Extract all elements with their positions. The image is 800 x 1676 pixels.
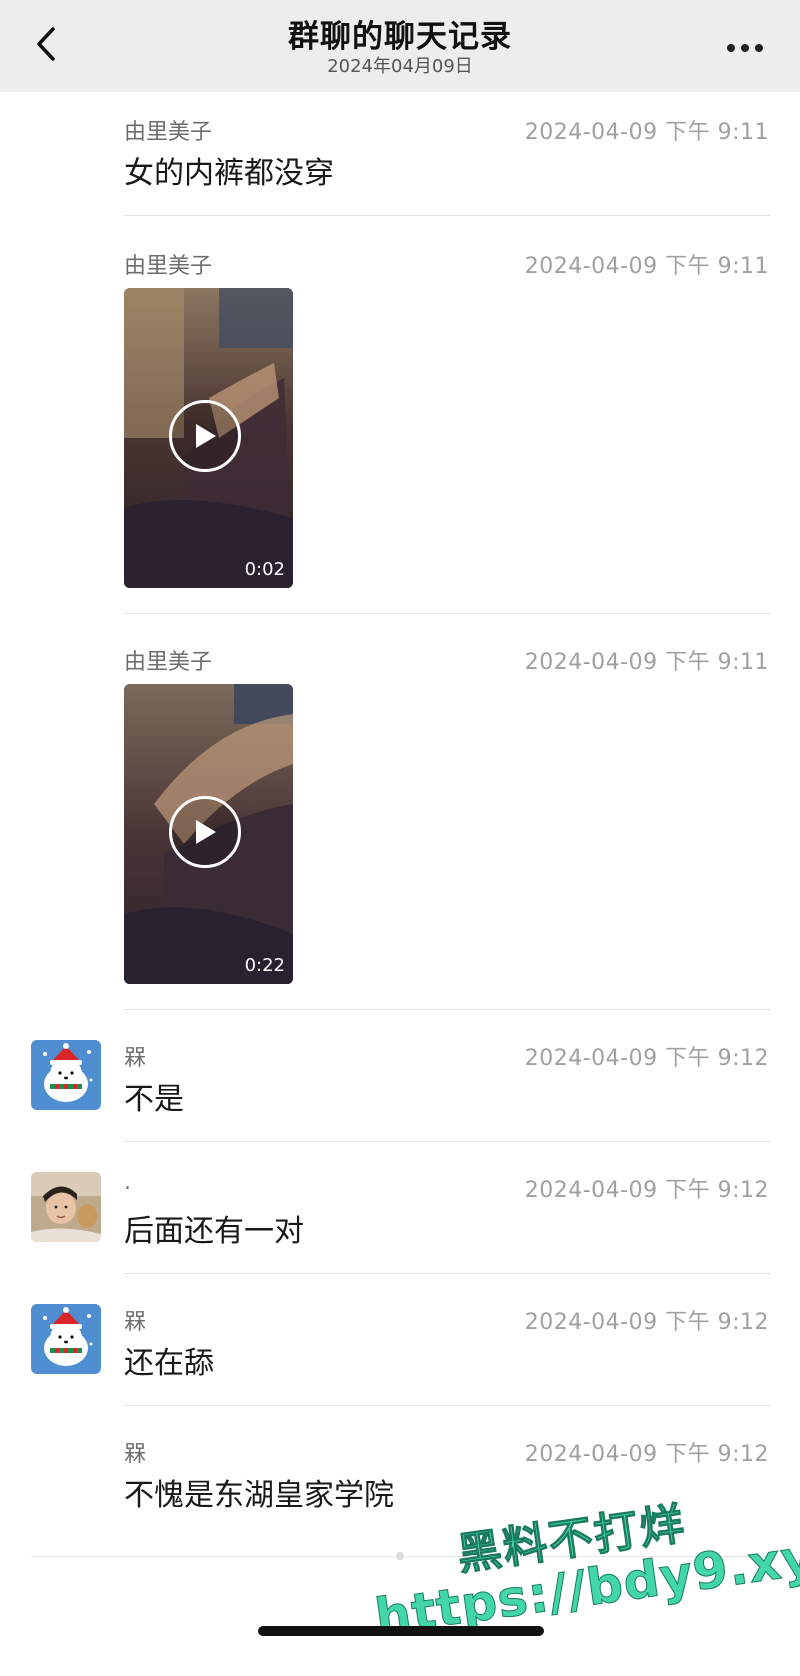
snowman-dog-avatar-icon	[31, 1040, 101, 1110]
avatar[interactable]	[31, 1040, 101, 1110]
message-time: 2024-04-09 下午 9:12	[524, 1046, 769, 1071]
video-thumbnail[interactable]: 0:22	[124, 684, 293, 984]
message-time: 2024-04-09 下午 9:11	[524, 650, 769, 675]
sender-name: 由里美子	[124, 650, 213, 675]
play-button[interactable]	[169, 796, 241, 868]
message-text[interactable]: 后面还有一对	[124, 1206, 304, 1250]
back-button[interactable]	[26, 22, 66, 66]
message-time: 2024-04-09 下午 9:12	[524, 1178, 769, 1203]
home-indicator[interactable]	[258, 1626, 544, 1636]
title-block: 群聊的聊天记录 2024年04月09日	[200, 18, 600, 78]
message-text[interactable]: 还在舔	[124, 1338, 214, 1382]
person-photo-avatar-icon	[31, 1172, 101, 1242]
video-duration: 0:02	[244, 559, 285, 580]
message-time: 2024-04-09 下午 9:11	[524, 254, 769, 279]
page-title: 群聊的聊天记录	[288, 19, 512, 55]
avatar[interactable]	[31, 1172, 101, 1242]
page-subtitle-date: 2024年04月09日	[327, 56, 473, 77]
snowman-dog-avatar-icon	[31, 1304, 101, 1374]
sender-name: 槑	[124, 1310, 147, 1335]
message-time: 2024-04-09 下午 9:12	[524, 1310, 769, 1335]
message-time: 2024-04-09 下午 9:11	[524, 120, 769, 145]
message-item: 由里美子 2024-04-09 下午 9:11 0:02	[0, 216, 800, 614]
play-icon	[196, 424, 216, 448]
video-duration: 0:22	[244, 955, 285, 976]
sender-name: 由里美子	[124, 254, 213, 279]
message-text[interactable]: 不是	[124, 1074, 184, 1118]
video-thumbnail[interactable]: 0:02	[124, 288, 293, 588]
sender-name: .	[124, 1170, 131, 1195]
sender-name: 槑	[124, 1442, 147, 1467]
more-button[interactable]	[718, 28, 772, 68]
play-icon	[196, 820, 216, 844]
message-text[interactable]: 不愧是东湖皇家学院	[124, 1470, 394, 1514]
message-item: 槑 2024-04-09 下午 9:12 不是	[0, 1010, 800, 1142]
avatar[interactable]	[31, 1304, 101, 1374]
message-item: . 2024-04-09 下午 9:12 后面还有一对	[0, 1142, 800, 1274]
message-text[interactable]: 女的内裤都没穿	[124, 148, 334, 192]
message-item: 由里美子 2024-04-09 下午 9:11 0:22	[0, 614, 800, 1010]
top-nav-bar: 群聊的聊天记录 2024年04月09日	[0, 0, 800, 92]
message-item: 槑 2024-04-09 下午 9:12 还在舔	[0, 1274, 800, 1406]
more-dots-icon	[727, 44, 735, 52]
play-button[interactable]	[169, 400, 241, 472]
chevron-left-icon	[37, 27, 55, 61]
message-item: 由里美子 2024-04-09 下午 9:11 女的内裤都没穿	[0, 92, 800, 216]
sender-name: 槑	[124, 1046, 147, 1071]
sender-name: 由里美子	[124, 120, 213, 145]
